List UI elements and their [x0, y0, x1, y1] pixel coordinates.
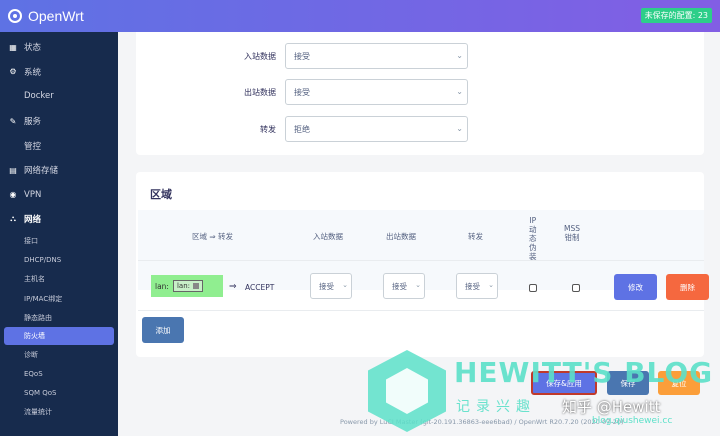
- general-settings-card: 入站数据 接受 ⌄ 出站数据 接受 ⌄ 转发 拒绝 ⌄: [136, 32, 704, 155]
- zone-lan-badge[interactable]: lan: lan:: [151, 275, 223, 297]
- watermark-zhihu: 知乎 @Hewitt: [562, 398, 661, 416]
- openwrt-logo-icon: [8, 9, 22, 23]
- sidebar-subitem-interfaces[interactable]: 接口: [0, 232, 118, 251]
- chevron-down-icon: ⌄: [488, 281, 494, 289]
- input-row: 入站数据 接受 ⌄: [136, 43, 704, 69]
- masquerading-checkbox[interactable]: [529, 284, 537, 292]
- zones-card: 区域 区域 ⇒ 转发 入站数据 出站数据 转发 IP 动 态 伪 装 MSS 钳…: [136, 172, 709, 357]
- col-zone-forward: 区域 ⇒ 转发: [192, 232, 234, 241]
- col-mss-clamping: MSS 钳制: [564, 224, 580, 242]
- sidebar-item-nas[interactable]: ▤ 网络存储: [0, 158, 118, 183]
- delete-zone-button[interactable]: 删除: [666, 274, 709, 300]
- brand[interactable]: OpenWrt: [8, 8, 84, 24]
- network-port-icon: [193, 283, 199, 289]
- col-input: 入站数据: [313, 232, 343, 241]
- unsaved-changes-badge[interactable]: 未保存的配置: 23: [640, 8, 712, 23]
- sidebar-subitem-diagnostics[interactable]: 诊断: [0, 345, 118, 364]
- forward-row: 转发 拒绝 ⌄: [136, 116, 704, 142]
- forward-arrow-icon: ⇒: [229, 282, 237, 292]
- watermark-subtitle: 记录兴趣: [456, 399, 536, 415]
- col-masquerading: IP 动 态 伪 装: [529, 216, 537, 261]
- sidebar-item-docker[interactable]: Docker: [0, 84, 118, 109]
- footer-credits: Powered by LuCI Master (git-20.191.36863…: [340, 418, 624, 426]
- chevron-down-icon: ⌄: [342, 281, 348, 289]
- sidebar-item-vpn[interactable]: ◉ VPN: [0, 183, 118, 208]
- brand-title: OpenWrt: [28, 8, 84, 24]
- save-button[interactable]: 保存: [607, 371, 649, 395]
- zone-input-select[interactable]: 接受 ⌄: [310, 273, 352, 299]
- network-icon: ⛬: [10, 214, 16, 224]
- chevron-down-icon: ⌄: [415, 281, 421, 289]
- sidebar-subitem-ip-mac-binding[interactable]: IP/MAC绑定: [0, 289, 118, 308]
- hexagon-logo-inner: [386, 368, 428, 414]
- row-divider: [138, 310, 704, 311]
- sidebar-subitem-dhcp-dns[interactable]: DHCP/DNS: [0, 251, 118, 270]
- add-zone-button[interactable]: 添加: [142, 317, 184, 343]
- row-divider: [138, 260, 704, 261]
- chevron-down-icon: ⌄: [456, 124, 463, 133]
- zone-output-select[interactable]: 接受 ⌄: [383, 273, 425, 299]
- save-apply-button[interactable]: 保存&应用: [531, 371, 597, 395]
- output-select[interactable]: 接受 ⌄: [285, 79, 468, 105]
- forward-destination: ACCEPT: [245, 283, 275, 292]
- chevron-down-icon: ⌄: [456, 51, 463, 60]
- globe-icon: ◉: [9, 190, 17, 200]
- forward-select[interactable]: 拒绝 ⌄: [285, 116, 468, 142]
- reset-button[interactable]: 复位: [658, 371, 700, 395]
- output-row: 出站数据 接受 ⌄: [136, 79, 704, 105]
- zone-forward-select[interactable]: 接受 ⌄: [456, 273, 498, 299]
- mss-clamping-checkbox[interactable]: [572, 284, 580, 292]
- sidebar-subitem-firewall[interactable]: 防火墙: [4, 327, 114, 346]
- sidebar-item-status[interactable]: ▦ 状态: [0, 35, 118, 60]
- grid-icon: ▦: [9, 42, 17, 52]
- chevron-down-icon: ⌄: [456, 87, 463, 96]
- wrench-icon: ✎: [9, 116, 17, 126]
- gear-icon: ⚙: [9, 67, 17, 77]
- sidebar-item-network[interactable]: ⛬ 网络: [0, 207, 118, 232]
- sidebar-subitem-eqos[interactable]: EQoS: [0, 364, 118, 383]
- sidebar-subitem-traffic-stats[interactable]: 流量统计: [0, 403, 118, 422]
- edit-zone-button[interactable]: 修改: [614, 274, 657, 300]
- forward-label: 转发: [260, 124, 276, 134]
- output-label: 出站数据: [244, 87, 276, 97]
- top-header: OpenWrt 未保存的配置: 23: [0, 0, 720, 32]
- input-select[interactable]: 接受 ⌄: [285, 43, 468, 69]
- sidebar-subitem-static-routes[interactable]: 静态路由: [0, 308, 118, 327]
- sidebar-subitem-hostnames[interactable]: 主机名: [0, 270, 118, 289]
- sidebar-subitem-sqm-qos[interactable]: SQM QoS: [0, 383, 118, 402]
- sidebar: ▦ 状态 ⚙ 系统 Docker ✎ 服务 管控 ▤ 网络存储 ◉ VPN ⛬ 网络 接口 …: [0, 32, 118, 436]
- sidebar-item-services[interactable]: ✎ 服务: [0, 109, 118, 134]
- zones-title: 区域: [150, 188, 172, 201]
- col-forward: 转发: [468, 232, 483, 241]
- input-label: 入站数据: [244, 51, 276, 61]
- sidebar-item-system[interactable]: ⚙ 系统: [0, 60, 118, 85]
- storage-icon: ▤: [9, 165, 17, 175]
- sidebar-item-control[interactable]: 管控: [0, 133, 118, 158]
- zone-lan-network: lan:: [172, 280, 203, 292]
- col-output: 出站数据: [386, 232, 416, 241]
